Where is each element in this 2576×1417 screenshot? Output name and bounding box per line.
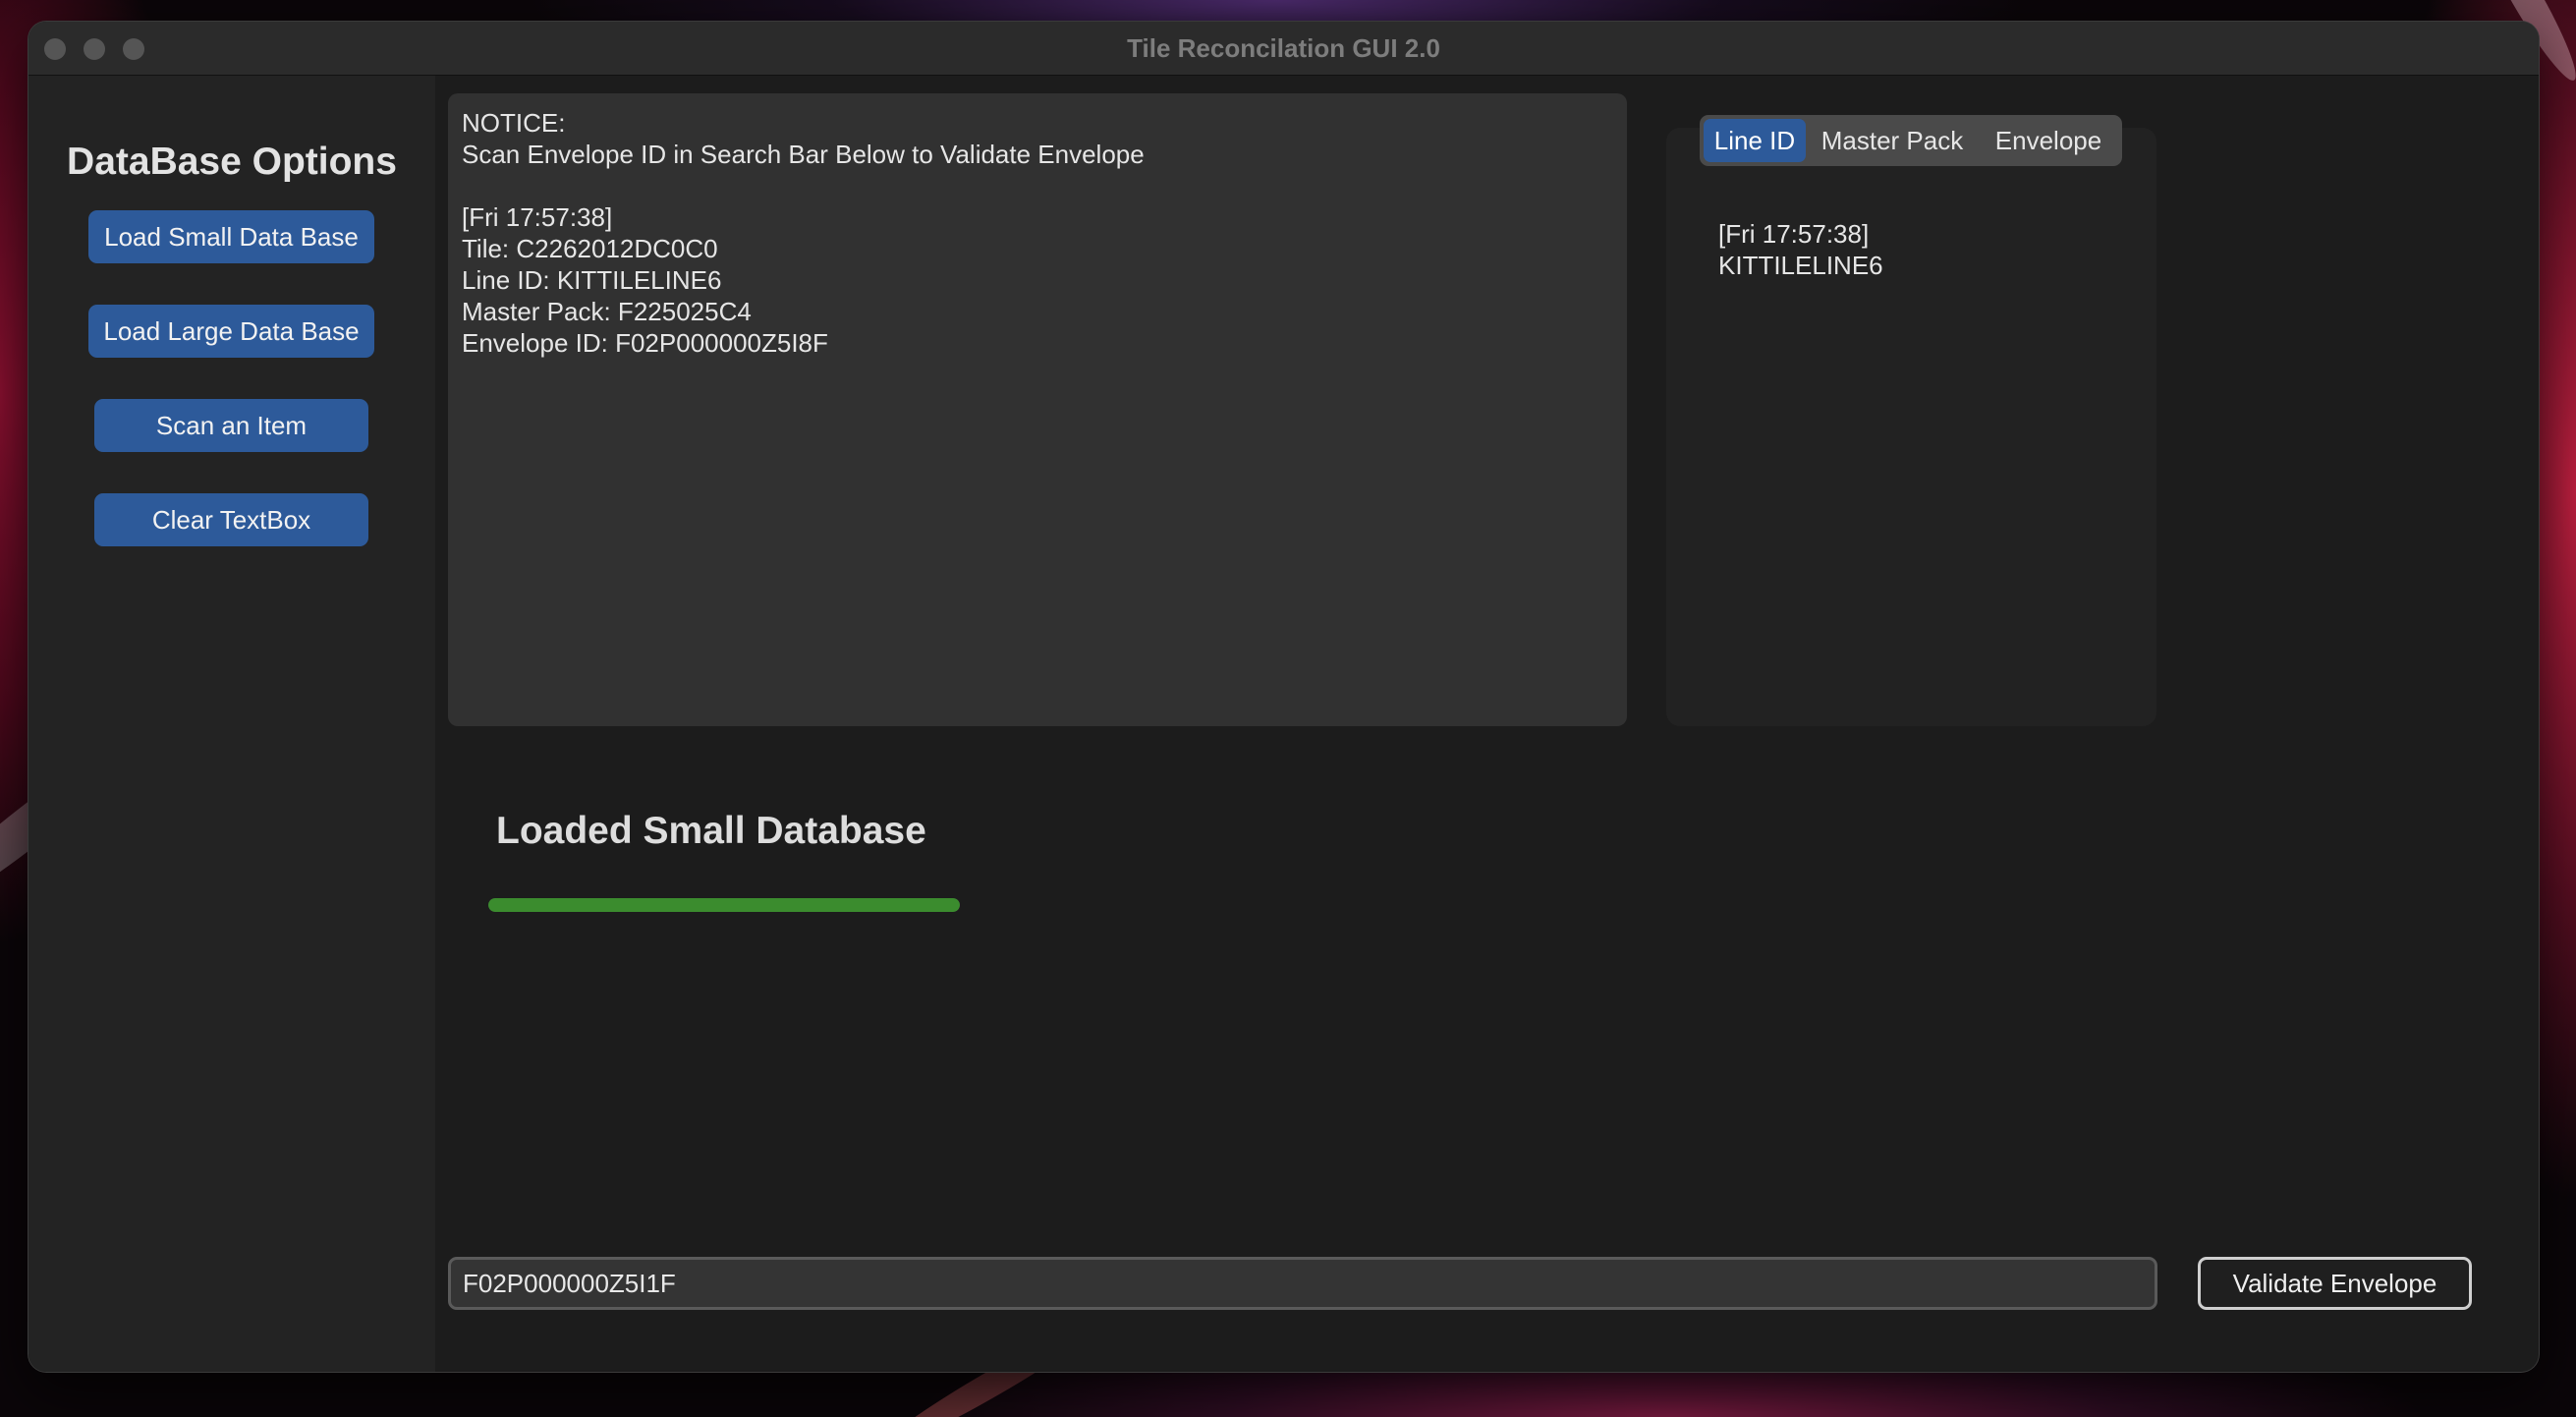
sidebar-title: DataBase Options xyxy=(67,141,397,183)
tab-line-id[interactable]: Line ID xyxy=(1704,119,1806,162)
window-title: Tile Reconcilation GUI 2.0 xyxy=(1127,33,1440,63)
status-label: Loaded Small Database xyxy=(496,810,926,852)
title-bar: Tile Reconcilation GUI 2.0 xyxy=(28,22,2539,76)
progress-bar xyxy=(488,898,960,912)
clear-textbox-button[interactable]: Clear TextBox xyxy=(94,493,368,546)
validate-envelope-button[interactable]: Validate Envelope xyxy=(2198,1257,2472,1310)
load-small-database-button[interactable]: Load Small Data Base xyxy=(88,210,374,263)
scan-item-button[interactable]: Scan an Item xyxy=(94,399,368,452)
tab-envelope[interactable]: Envelope xyxy=(1979,119,2118,162)
envelope-search-input[interactable] xyxy=(448,1257,2157,1310)
tab-content-text: [Fri 17:57:38] KITTILELINE6 xyxy=(1718,219,1883,280)
sidebar: DataBase Options xyxy=(28,76,435,1372)
load-large-database-button[interactable]: Load Large Data Base xyxy=(88,305,374,358)
tab-segmented-control: Line ID Master Pack Envelope xyxy=(1700,115,2122,166)
tab-master-pack[interactable]: Master Pack xyxy=(1810,119,1975,162)
progress-fill xyxy=(488,898,960,912)
log-textbox[interactable]: NOTICE: Scan Envelope ID in Search Bar B… xyxy=(448,93,1627,726)
